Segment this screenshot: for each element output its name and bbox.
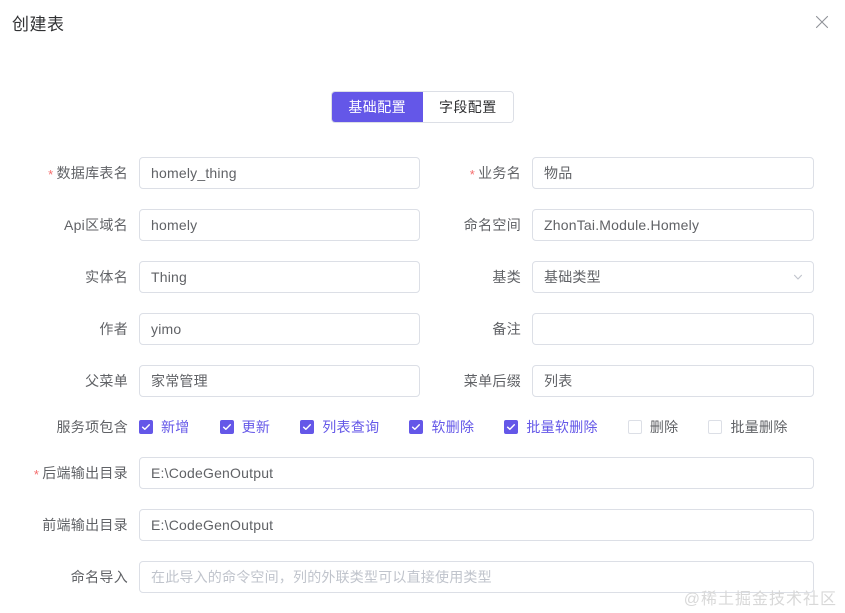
form-field-parent-menu: 父菜单 家常管理 (0, 365, 420, 397)
checkbox-label: 列表查询 (322, 419, 380, 435)
form-field-api-area-name: Api区域名 homely (0, 209, 420, 241)
checkbox-label: 批量删除 (730, 419, 788, 435)
input-placeholder: 在此导入的命令空间，列的外联类型可以直接使用类型 (151, 569, 492, 585)
required-asterisk: * (48, 166, 54, 182)
check-icon (504, 420, 519, 434)
backend-output-dir-input[interactable]: E:\CodeGenOutput (139, 457, 814, 489)
form-row: * 数据库表名 homely_thing * 业务名 物品 (0, 147, 845, 199)
form-field-db-table-name: * 数据库表名 homely_thing (0, 157, 420, 189)
remark-input[interactable] (532, 313, 814, 345)
tab-basic-config[interactable]: 基础配置 (332, 92, 423, 122)
field-label: 命名导入 (70, 569, 128, 585)
form-row: 前端输出目录 E:\CodeGenOutput (0, 499, 845, 551)
checkbox-delete[interactable]: 删除 (627, 417, 679, 437)
checkbox-label: 批量软删除 (526, 419, 598, 435)
check-icon (708, 420, 723, 434)
field-label: 前端输出目录 (42, 517, 128, 533)
services-label: 服务项包含 (56, 419, 128, 435)
dialog-header: 创建表 (0, 0, 845, 52)
form-row: * 后端输出目录 E:\CodeGenOutput (0, 447, 845, 499)
namespace-input[interactable]: ZhonTai.Module.Homely (532, 209, 814, 241)
page-title: 创建表 (12, 15, 65, 34)
form-field-remark: 备注 (420, 313, 845, 345)
field-label: 命名空间 (463, 217, 521, 233)
field-label: 菜单后缀 (463, 373, 521, 389)
entity-name-input[interactable]: Thing (139, 261, 420, 293)
base-class-select[interactable]: 基础类型 (532, 261, 814, 293)
author-input[interactable]: yimo (139, 313, 420, 345)
field-label: 实体名 (85, 269, 128, 285)
form-field-base-class: 基类 基础类型 (420, 261, 845, 293)
parent-menu-input[interactable]: 家常管理 (139, 365, 420, 397)
business-name-input[interactable]: 物品 (532, 157, 814, 189)
checkbox-label: 新增 (161, 419, 190, 435)
required-asterisk: * (33, 466, 40, 482)
form-row: 实体名 Thing 基类 基础类型 (0, 251, 845, 303)
field-label: 父菜单 (85, 373, 128, 389)
checkbox-list-query[interactable]: 列表查询 (300, 417, 379, 437)
db-table-name-input[interactable]: homely_thing (139, 157, 420, 189)
form-row: 父菜单 家常管理 菜单后缀 列表 (0, 355, 845, 407)
form-row: 作者 yimo 备注 (0, 303, 845, 355)
check-icon (139, 420, 153, 434)
form-row-services: 服务项包含 新增 更新 列表查询 软删除 批量软删除 删除 批量删除 (0, 407, 845, 447)
check-icon (409, 420, 424, 434)
field-label: 基类 (492, 269, 521, 285)
form-field-author: 作者 yimo (0, 313, 420, 345)
checkbox-batch-delete[interactable]: 批量删除 (708, 417, 787, 437)
form-field-entity-name: 实体名 Thing (0, 261, 420, 293)
frontend-output-dir-input[interactable]: E:\CodeGenOutput (139, 509, 814, 541)
field-label: 作者 (99, 321, 128, 337)
field-label: * 后端输出目录 (33, 465, 128, 482)
close-button[interactable] (809, 9, 835, 35)
required-asterisk: * (469, 166, 476, 182)
checkbox-batch-soft-delete[interactable]: 批量软删除 (504, 417, 598, 437)
form-row: Api区域名 homely 命名空间 ZhonTai.Module.Homely (0, 199, 845, 251)
checkbox-create[interactable]: 新增 (139, 417, 190, 437)
close-icon (815, 15, 829, 29)
form-field-menu-suffix: 菜单后缀 列表 (420, 365, 845, 397)
create-table-form: * 数据库表名 homely_thing * 业务名 物品 Api区域名 homel… (0, 147, 845, 603)
api-area-name-input[interactable]: homely (139, 209, 420, 241)
check-icon (300, 420, 315, 434)
check-icon (627, 420, 642, 434)
watermark: @稀土掘金技术社区 (683, 591, 837, 608)
tab-bar: 基础配置 字段配置 (0, 91, 845, 123)
form-field-namespace: 命名空间 ZhonTai.Module.Homely (420, 209, 845, 241)
menu-suffix-input[interactable]: 列表 (532, 365, 814, 397)
field-label: 备注 (492, 321, 521, 337)
field-label: * 业务名 (469, 165, 521, 182)
field-label: * 数据库表名 (48, 165, 128, 182)
checkbox-label: 删除 (649, 419, 679, 435)
check-icon (219, 420, 234, 434)
checkbox-label: 更新 (241, 419, 271, 435)
form-field-business-name: * 业务名 物品 (420, 157, 845, 189)
tab-field-config[interactable]: 字段配置 (423, 92, 513, 122)
checkbox-label: 软删除 (431, 419, 475, 435)
checkbox-update[interactable]: 更新 (219, 417, 271, 437)
checkbox-soft-delete[interactable]: 软删除 (409, 417, 474, 437)
field-label: Api区域名 (63, 217, 128, 233)
